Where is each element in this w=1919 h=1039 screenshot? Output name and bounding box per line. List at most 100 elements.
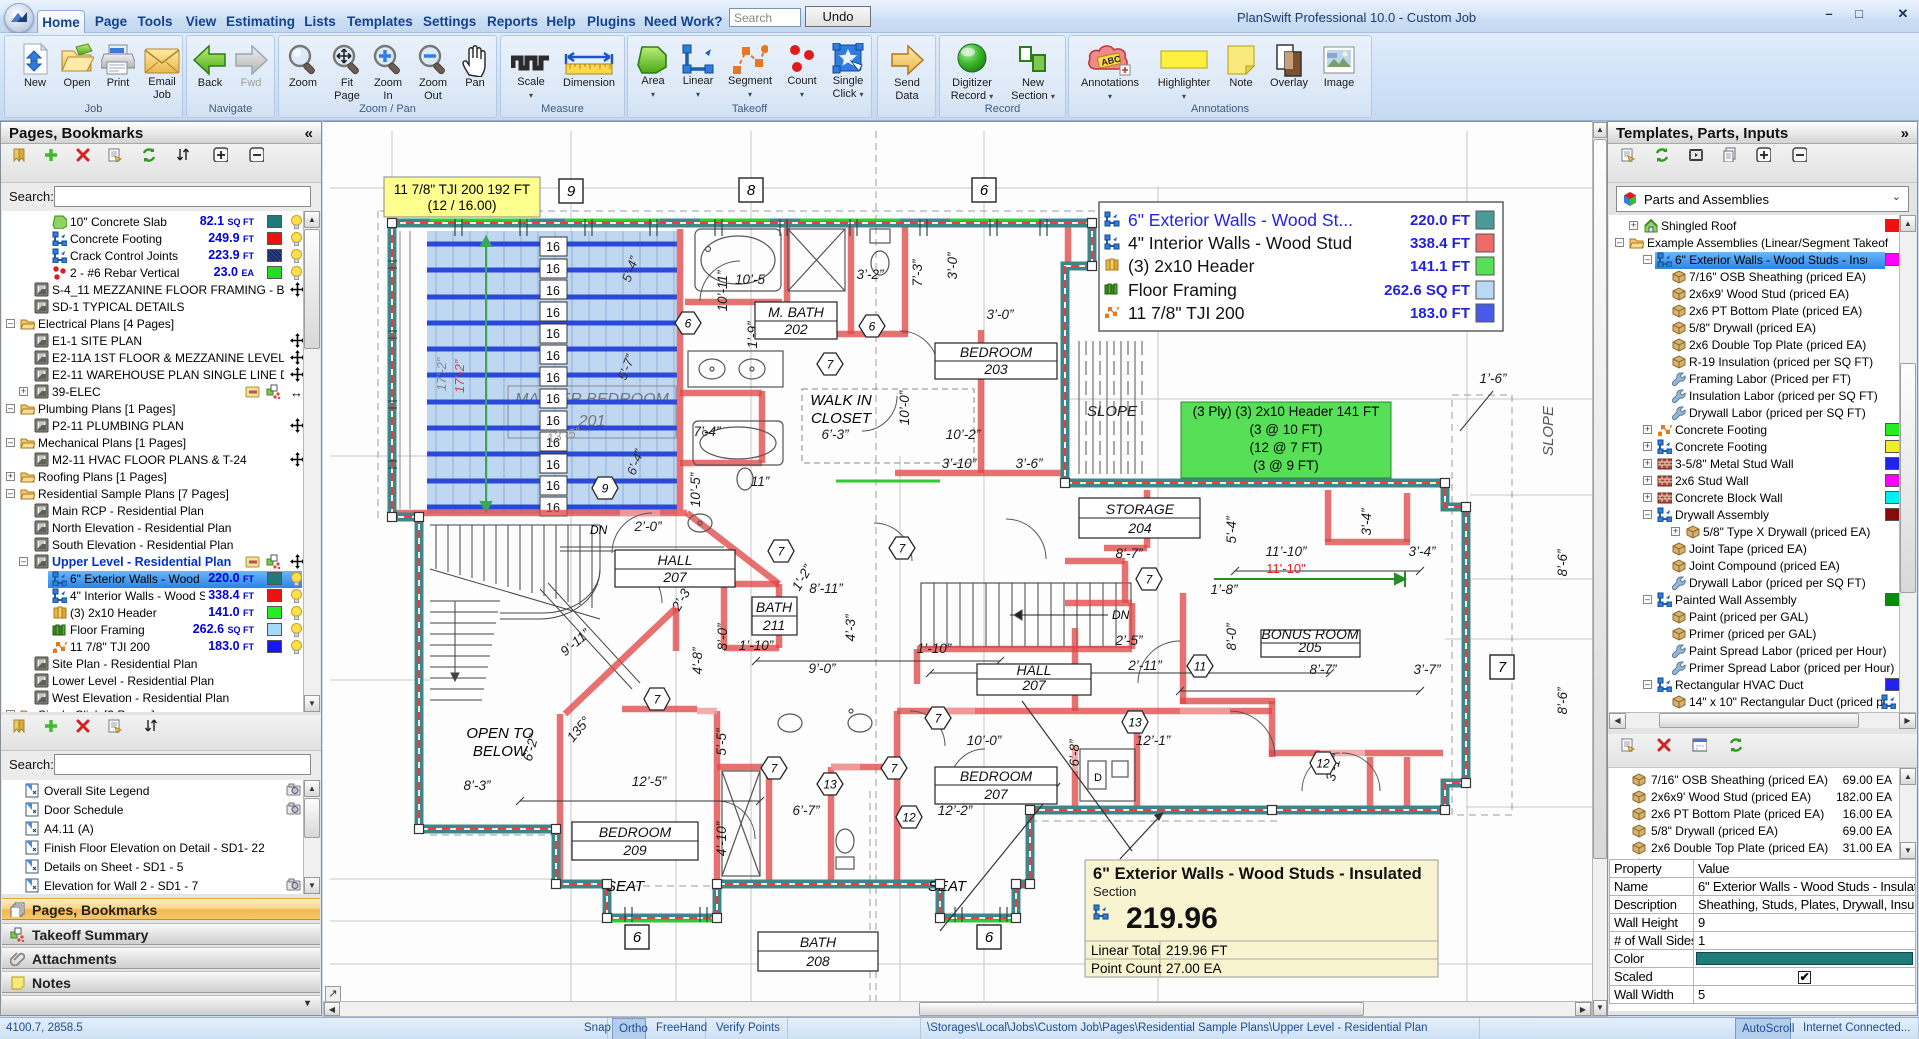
svg-text:(3 @ 9 FT): (3 @ 9 FT) bbox=[1253, 458, 1318, 473]
svg-text:16: 16 bbox=[546, 262, 560, 276]
svg-text:11'-10": 11'-10" bbox=[1266, 561, 1306, 576]
svg-text:M. BATH: M. BATH bbox=[768, 304, 825, 320]
svg-text:(3) 2x10 Header: (3) 2x10 Header bbox=[1128, 256, 1255, 276]
svg-text:3’-7”: 3’-7” bbox=[1413, 662, 1441, 677]
svg-text:9’-11”: 9’-11” bbox=[557, 626, 593, 659]
svg-text:(3 Ply) (3) 2x10 Header 141 FT: (3 Ply) (3) 2x10 Header 141 FT bbox=[1193, 404, 1380, 419]
svg-text:DN: DN bbox=[590, 523, 608, 537]
svg-text:7: 7 bbox=[1498, 659, 1507, 676]
svg-text:12’-1”: 12’-1” bbox=[1136, 733, 1171, 748]
svg-text:5’-5”: 5’-5” bbox=[714, 728, 729, 756]
svg-text:10’-5”: 10’-5” bbox=[688, 472, 703, 507]
svg-text:338.4 FT: 338.4 FT bbox=[1410, 235, 1470, 252]
svg-text:207: 207 bbox=[983, 786, 1009, 802]
svg-text:6’-8”: 6’-8” bbox=[1067, 739, 1082, 767]
svg-text:6" Exterior Walls - Wood Studs: 6" Exterior Walls - Wood Studs - Insulat… bbox=[1093, 865, 1422, 883]
svg-text:16: 16 bbox=[546, 240, 560, 254]
svg-text:141.1 FT: 141.1 FT bbox=[1410, 258, 1470, 275]
svg-text:8: 8 bbox=[747, 182, 756, 199]
svg-text:1’-6”: 1’-6” bbox=[1479, 371, 1507, 386]
svg-text:135°: 135° bbox=[564, 713, 594, 744]
svg-text:9: 9 bbox=[567, 183, 576, 200]
svg-text:8’-11”: 8’-11” bbox=[809, 581, 843, 596]
svg-text:13: 13 bbox=[823, 778, 837, 792]
svg-text:10’-0”: 10’-0” bbox=[967, 733, 1002, 748]
svg-text:27.00 EA: 27.00 EA bbox=[1166, 961, 1222, 976]
svg-text:Linear Total: Linear Total bbox=[1091, 943, 1161, 958]
svg-text:183.0 FT: 183.0 FT bbox=[1410, 305, 1470, 322]
svg-text:4’-3”: 4’-3” bbox=[843, 614, 858, 642]
svg-text:17’-2”: 17’-2” bbox=[434, 357, 449, 391]
svg-text:SLOPE: SLOPE bbox=[1540, 405, 1557, 456]
svg-text:3’-2”: 3’-2” bbox=[856, 267, 884, 282]
svg-text:3’-0”: 3’-0” bbox=[945, 252, 960, 280]
svg-text:9: 9 bbox=[602, 482, 609, 496]
svg-text:1’-10”: 1’-10” bbox=[739, 638, 774, 653]
svg-text:8’-0”: 8’-0” bbox=[1224, 623, 1239, 651]
svg-text:11”: 11” bbox=[751, 474, 770, 489]
svg-text:9’-0”: 9’-0” bbox=[808, 661, 836, 676]
svg-text:(12 / 16.00): (12 / 16.00) bbox=[427, 198, 496, 213]
svg-text:HALL: HALL bbox=[657, 552, 692, 568]
svg-text:OPEN TO: OPEN TO bbox=[466, 725, 534, 742]
svg-text:Point Count: Point Count bbox=[1091, 961, 1162, 976]
svg-text:12’-2”: 12’-2” bbox=[938, 803, 973, 818]
svg-text:8’-7”: 8’-7” bbox=[1309, 662, 1337, 677]
svg-text:BEDROOM: BEDROOM bbox=[960, 344, 1033, 360]
svg-text:SLOPE: SLOPE bbox=[1087, 403, 1138, 420]
svg-text:16: 16 bbox=[546, 349, 560, 363]
svg-text:208: 208 bbox=[805, 953, 830, 969]
svg-text:3’-0”: 3’-0” bbox=[986, 307, 1014, 322]
svg-text:8’-6”: 8’-6” bbox=[1555, 687, 1570, 715]
svg-text:13: 13 bbox=[1128, 716, 1142, 730]
svg-text:BEDROOM: BEDROOM bbox=[599, 824, 672, 840]
svg-text:16: 16 bbox=[546, 414, 560, 428]
svg-text:204: 204 bbox=[1127, 520, 1152, 536]
svg-text:6’-3”: 6’-3” bbox=[821, 427, 849, 442]
svg-text:10’-2”: 10’-2” bbox=[946, 427, 981, 442]
svg-text:8’-3”: 8’-3” bbox=[463, 778, 491, 793]
svg-text:Floor Framing: Floor Framing bbox=[1128, 280, 1237, 300]
svg-text:219.96 FT: 219.96 FT bbox=[1166, 943, 1228, 958]
svg-text:1’-10”: 1’-10” bbox=[917, 641, 952, 656]
svg-text:219.96: 219.96 bbox=[1126, 902, 1218, 935]
svg-text:11: 11 bbox=[1194, 660, 1206, 674]
svg-text:3’-4”: 3’-4” bbox=[1359, 508, 1374, 536]
svg-text:2’-5”: 2’-5” bbox=[1114, 633, 1143, 648]
svg-text:6: 6 bbox=[633, 929, 642, 946]
svg-text:12: 12 bbox=[902, 811, 916, 825]
svg-text:5’-4”: 5’-4” bbox=[1224, 516, 1239, 544]
svg-text:10’-5: 10’-5 bbox=[735, 272, 766, 287]
svg-text:6: 6 bbox=[985, 929, 994, 946]
svg-text:3’-6”: 3’-6” bbox=[1015, 456, 1043, 471]
svg-text:HALL: HALL bbox=[1016, 662, 1051, 678]
svg-text:2’-11”: 2’-11” bbox=[1127, 658, 1162, 673]
svg-text:(12 @ 7 FT): (12 @ 7 FT) bbox=[1250, 440, 1323, 455]
svg-text:D: D bbox=[1094, 772, 1102, 784]
svg-text:16: 16 bbox=[546, 306, 560, 320]
svg-text:11 7/8" TJI 200: 11 7/8" TJI 200 bbox=[1128, 303, 1245, 323]
svg-text:BATH: BATH bbox=[756, 599, 793, 615]
svg-text:16: 16 bbox=[546, 392, 560, 406]
svg-text:Section: Section bbox=[1093, 884, 1136, 899]
svg-text:3’-4”: 3’-4” bbox=[1408, 544, 1436, 559]
svg-text:262.6 SQ FT: 262.6 SQ FT bbox=[1384, 282, 1470, 299]
svg-text:17’-2”: 17’-2” bbox=[452, 359, 467, 393]
svg-text:12’-5”: 12’-5” bbox=[632, 774, 667, 789]
svg-text:8’-6”: 8’-6” bbox=[1555, 549, 1570, 577]
svg-text:6’-7”: 6’-7” bbox=[792, 803, 820, 818]
svg-text:4’-10”: 4’-10” bbox=[714, 821, 729, 856]
svg-text:BELOW: BELOW bbox=[473, 743, 529, 760]
svg-text:10’-11”: 10’-11” bbox=[715, 270, 730, 312]
svg-text:209: 209 bbox=[622, 842, 647, 858]
svg-text:220.0 FT: 220.0 FT bbox=[1410, 212, 1470, 229]
svg-text:7’-4”: 7’-4” bbox=[693, 424, 721, 439]
svg-text:8’-7”: 8’-7” bbox=[1115, 546, 1143, 561]
svg-text:7’-3”: 7’-3” bbox=[910, 259, 925, 287]
svg-text:16: 16 bbox=[546, 284, 560, 298]
svg-text:(3 @ 10 FT): (3 @ 10 FT) bbox=[1250, 422, 1323, 437]
svg-text:16: 16 bbox=[546, 327, 560, 341]
svg-text:BEDROOM: BEDROOM bbox=[960, 768, 1033, 784]
svg-text:1’-8”: 1’-8” bbox=[1210, 582, 1238, 597]
svg-text:CLOSET: CLOSET bbox=[811, 410, 873, 427]
